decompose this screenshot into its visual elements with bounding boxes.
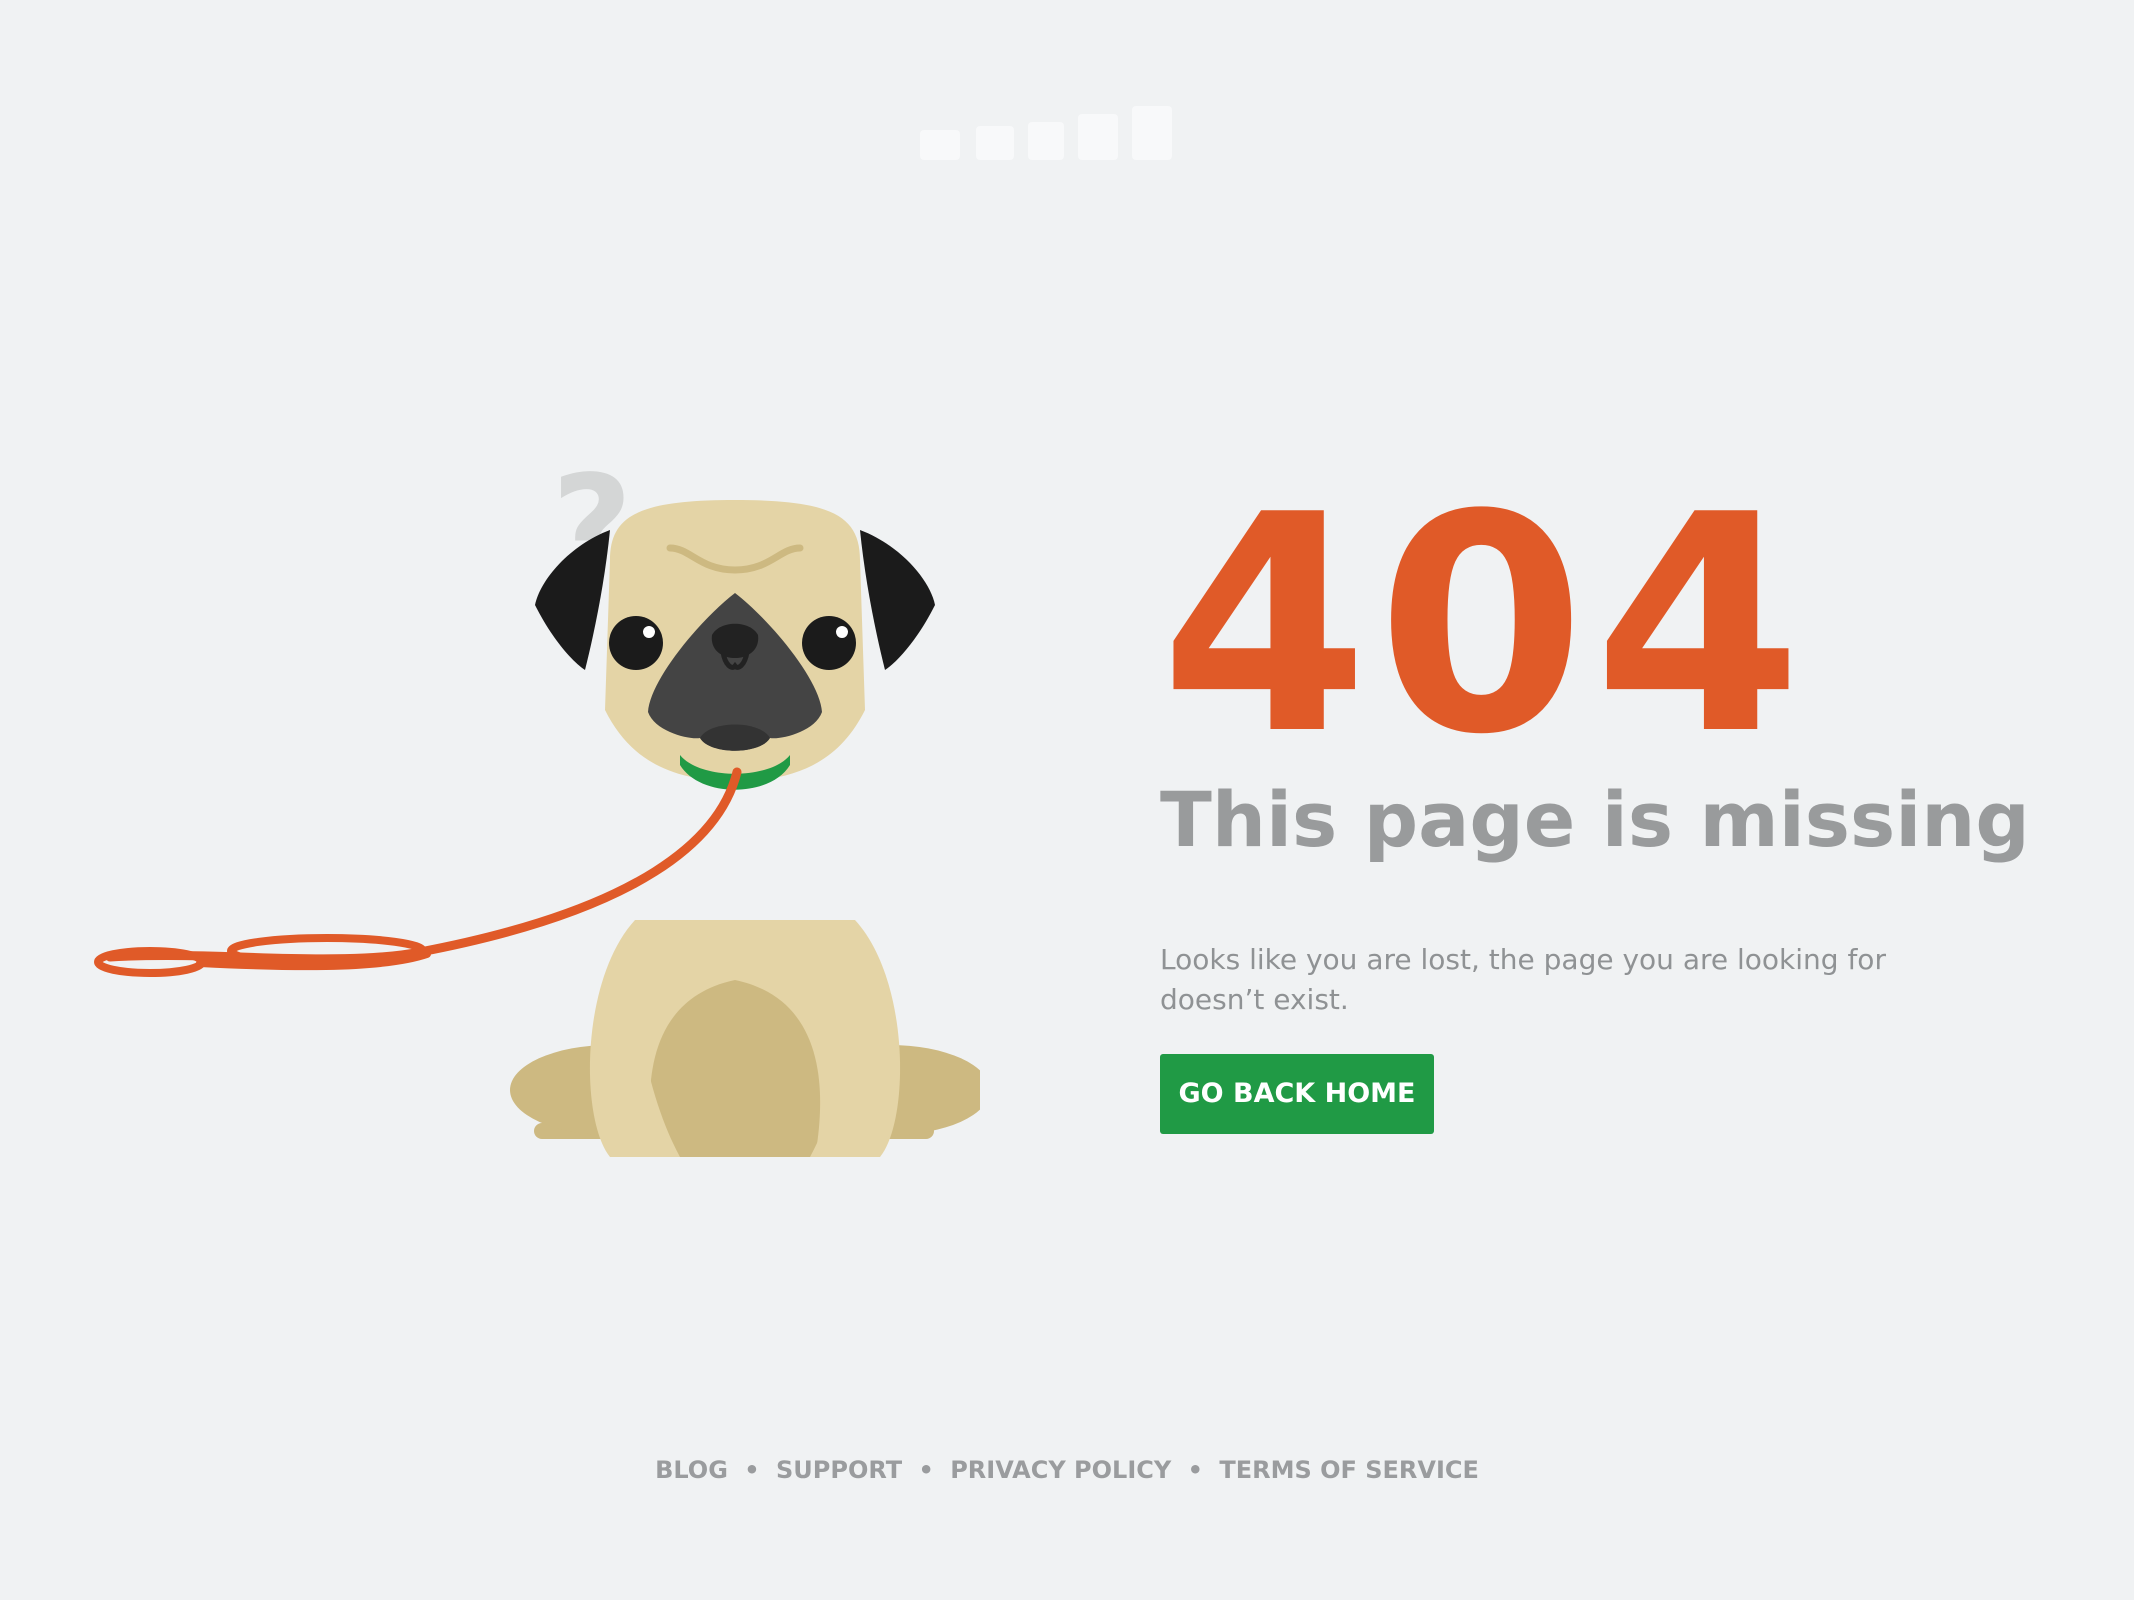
footer-separator: • bbox=[918, 1456, 934, 1484]
footer-links: BLOG • SUPPORT • PRIVACY POLICY • TERMS … bbox=[0, 1456, 2134, 1484]
footer-link-terms-of-service[interactable]: TERMS OF SERVICE bbox=[1219, 1456, 1479, 1484]
lost-pug-illustration: ? ? ? bbox=[94, 446, 980, 1157]
logo-icon bbox=[920, 106, 1172, 160]
error-description: Looks like you are lost, the page you ar… bbox=[1160, 942, 1886, 1016]
footer-separator: • bbox=[744, 1456, 760, 1484]
footer-separator: • bbox=[1187, 1456, 1203, 1484]
footer-link-support[interactable]: SUPPORT bbox=[776, 1456, 902, 1484]
footer-link-privacy-policy[interactable]: PRIVACY POLICY bbox=[950, 1456, 1171, 1484]
go-back-home-button[interactable]: GO BACK HOME bbox=[1160, 1053, 1434, 1134]
ear-right bbox=[860, 530, 935, 670]
error-content: 404 This page is missing Looks like you … bbox=[1160, 476, 2060, 1134]
error-code: 404 bbox=[1160, 451, 1811, 800]
footer-link-blog[interactable]: BLOG bbox=[655, 1456, 728, 1484]
